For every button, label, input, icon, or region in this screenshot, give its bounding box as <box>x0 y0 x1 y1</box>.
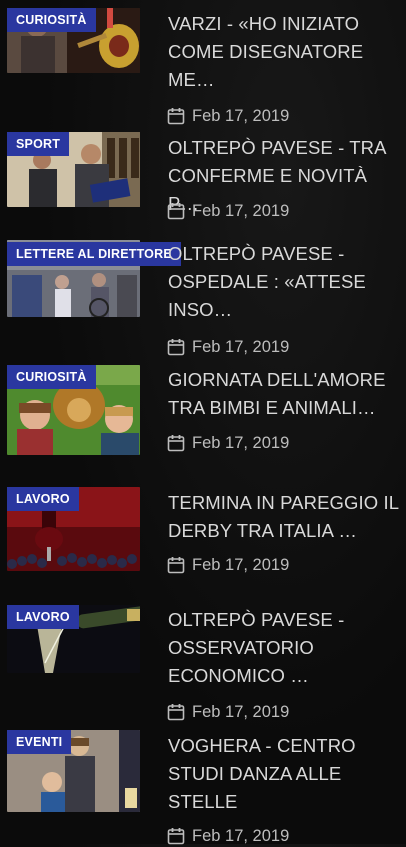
list-item[interactable]: LETTERE AL DIRETTORE OLTREPÒ PAVESE - OS… <box>0 234 406 362</box>
category-badge[interactable]: CURIOSITÀ <box>7 8 96 32</box>
calendar-icon <box>167 108 185 125</box>
category-badge[interactable]: LAVORO <box>7 605 79 629</box>
article-date: Feb 17, 2019 <box>167 200 289 222</box>
calendar-icon <box>167 339 185 356</box>
category-badge[interactable]: LETTERE AL DIRETTORE <box>7 242 181 266</box>
calendar-icon <box>167 203 185 220</box>
article-title[interactable]: TERMINA IN PAREGGIO IL DERBY TRA ITALIA … <box>168 489 402 545</box>
list-item[interactable]: LAVORO TERMINA IN PAREGGIO IL DERBY TRA … <box>0 480 406 600</box>
list-item[interactable]: SPORT OLTREPÒ PAVESE - TRA CONFERME E NO… <box>0 124 406 234</box>
category-badge[interactable]: EVENTI <box>7 730 72 754</box>
article-date: Feb 17, 2019 <box>167 701 289 723</box>
date-text: Feb 17, 2019 <box>192 201 290 220</box>
article-date: Feb 17, 2019 <box>167 336 289 358</box>
article-title[interactable]: GIORNATA DELL'AMORE TRA BIMBI E ANIMALI… <box>168 366 402 422</box>
article-title[interactable]: VOGHERA - CENTRO STUDI DANZA ALLE STELLE <box>168 732 402 816</box>
date-text: Feb 17, 2019 <box>192 106 290 125</box>
calendar-icon <box>167 828 185 845</box>
date-text: Feb 17, 2019 <box>192 433 290 452</box>
category-badge[interactable]: SPORT <box>7 132 70 156</box>
article-title[interactable]: OLTREPÒ PAVESE - OSPEDALE : «ATTESE INSO… <box>168 240 402 324</box>
article-title[interactable]: VARZI - «HO INIZIATO COME DISEGNATORE ME… <box>168 10 402 94</box>
list-item[interactable]: CURIOSITÀ GIORNATA DELL'AMORE TRA BIMBI … <box>0 362 406 480</box>
date-text: Feb 17, 2019 <box>192 555 290 574</box>
list-item[interactable]: EVENTI VOGHERA - CENTRO STUDI DANZA ALLE… <box>0 726 406 845</box>
article-date: Feb 17, 2019 <box>167 554 289 576</box>
category-badge[interactable]: LAVORO <box>7 487 79 511</box>
calendar-icon <box>167 704 185 721</box>
article-list: CURIOSITÀ VARZI - «HO INIZIATO COME DISE… <box>0 0 406 845</box>
article-date: Feb 17, 2019 <box>167 432 289 454</box>
date-text: Feb 17, 2019 <box>192 826 290 845</box>
calendar-icon <box>167 557 185 574</box>
calendar-icon <box>167 435 185 452</box>
list-item[interactable]: LAVORO OLTREPÒ PAVESE - OSSERVATORIO ECO… <box>0 600 406 726</box>
date-text: Feb 17, 2019 <box>192 337 290 356</box>
list-item[interactable]: CURIOSITÀ VARZI - «HO INIZIATO COME DISE… <box>0 0 406 125</box>
date-text: Feb 17, 2019 <box>192 702 290 721</box>
article-title[interactable]: OLTREPÒ PAVESE - OSSERVATORIO ECONOMICO … <box>168 606 402 690</box>
category-badge[interactable]: CURIOSITÀ <box>7 365 96 389</box>
